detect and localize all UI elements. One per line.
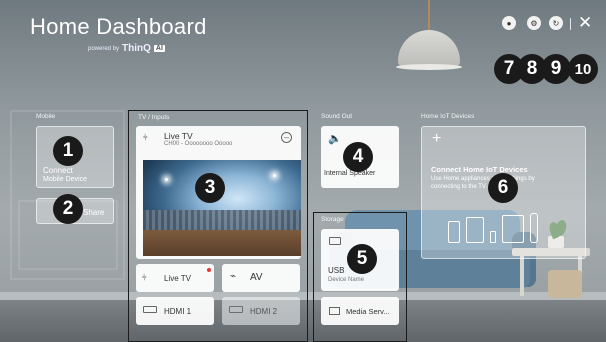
side-table-leg xyxy=(520,256,524,296)
stadium-light xyxy=(273,174,276,177)
section-label-mobile: Mobile xyxy=(36,113,56,120)
input-label: Live TV xyxy=(164,274,191,283)
stadium-stands xyxy=(143,210,301,232)
ai-badge: AI xyxy=(153,45,165,52)
input-hdmi-2[interactable]: HDMI 2 xyxy=(222,297,300,325)
lamp-cord xyxy=(428,0,430,30)
account-icon[interactable]: ● xyxy=(502,16,516,30)
media-server-icon xyxy=(329,307,340,315)
section-label-storage: Storage xyxy=(321,216,344,223)
media-server-card[interactable]: Media Serv... xyxy=(321,297,399,325)
stadium-light xyxy=(165,178,168,181)
minus-icon[interactable]: – xyxy=(281,132,292,143)
live-tv-channel: CH00 - Oooooooo Ooooo xyxy=(164,141,233,147)
callout-4: 4 xyxy=(343,142,373,172)
callout-1: 1 xyxy=(53,136,83,166)
antenna-icon: ⫩ xyxy=(142,273,147,282)
input-label: AV xyxy=(250,272,263,283)
callout-6: 6 xyxy=(488,173,518,203)
powered-by-text: powered by xyxy=(88,45,120,52)
antenna-icon: ⫩ xyxy=(143,133,148,142)
callout-3: 3 xyxy=(195,173,225,203)
callout-9: 9 xyxy=(541,54,571,84)
usb-sub: Device Name xyxy=(328,277,365,283)
callout-10: 10 xyxy=(568,54,598,84)
connect-label: Connect xyxy=(43,166,73,175)
phone-icon xyxy=(490,231,496,243)
sound-out-label: Internal Speaker xyxy=(324,170,376,177)
share-label: Share xyxy=(83,208,105,217)
dryer-icon xyxy=(466,217,484,243)
refresh-icon[interactable]: ↻ xyxy=(549,16,563,30)
connect-sub: Mobile Device xyxy=(43,176,87,183)
av-icon: ⌁ xyxy=(230,271,237,282)
page-title: Home Dashboard xyxy=(30,14,207,39)
callout-5: 5 xyxy=(347,244,377,274)
iot-devices-illustration xyxy=(448,209,566,243)
iot-title: Connect Home IoT Devices xyxy=(431,165,528,174)
hdmi-icon xyxy=(143,306,157,313)
input-av[interactable]: ⌁ AV xyxy=(222,264,300,292)
header-separator xyxy=(570,18,571,30)
lamp-rim xyxy=(396,64,462,70)
active-dot xyxy=(207,268,211,272)
usb-icon xyxy=(329,237,341,245)
usb-label: USB xyxy=(328,266,345,275)
add-icon: + xyxy=(432,130,442,147)
section-label-tv-inputs: TV / Inputs xyxy=(138,114,170,121)
settings-icon[interactable]: ⚙ xyxy=(527,16,541,30)
input-label: HDMI 1 xyxy=(164,307,192,316)
thinq-logo: ThinQ xyxy=(122,43,151,54)
stool xyxy=(548,270,582,298)
section-label-home-iot: Home IoT Devices xyxy=(421,113,475,120)
input-live-tv[interactable]: ⫩ Live TV xyxy=(136,264,214,292)
close-icon[interactable]: ✕ xyxy=(578,14,592,31)
input-hdmi-1[interactable]: HDMI 1 xyxy=(136,297,214,325)
media-server-label: Media Serv... xyxy=(346,307,390,316)
live-tv-preview xyxy=(143,160,301,256)
live-tv-title: Live TV xyxy=(164,131,193,141)
hdmi-icon xyxy=(229,306,243,313)
air-purifier-icon xyxy=(530,213,538,243)
washer-icon xyxy=(448,221,460,243)
speaker-icon: 🔈 xyxy=(328,133,342,145)
powered-by: powered by ThinQ AI xyxy=(88,43,165,54)
callout-2: 2 xyxy=(53,194,83,224)
refrigerator-icon xyxy=(502,215,524,243)
input-label: HDMI 2 xyxy=(250,307,278,316)
section-label-sound-out: Sound Out xyxy=(321,113,353,120)
stadium-field xyxy=(143,230,301,256)
